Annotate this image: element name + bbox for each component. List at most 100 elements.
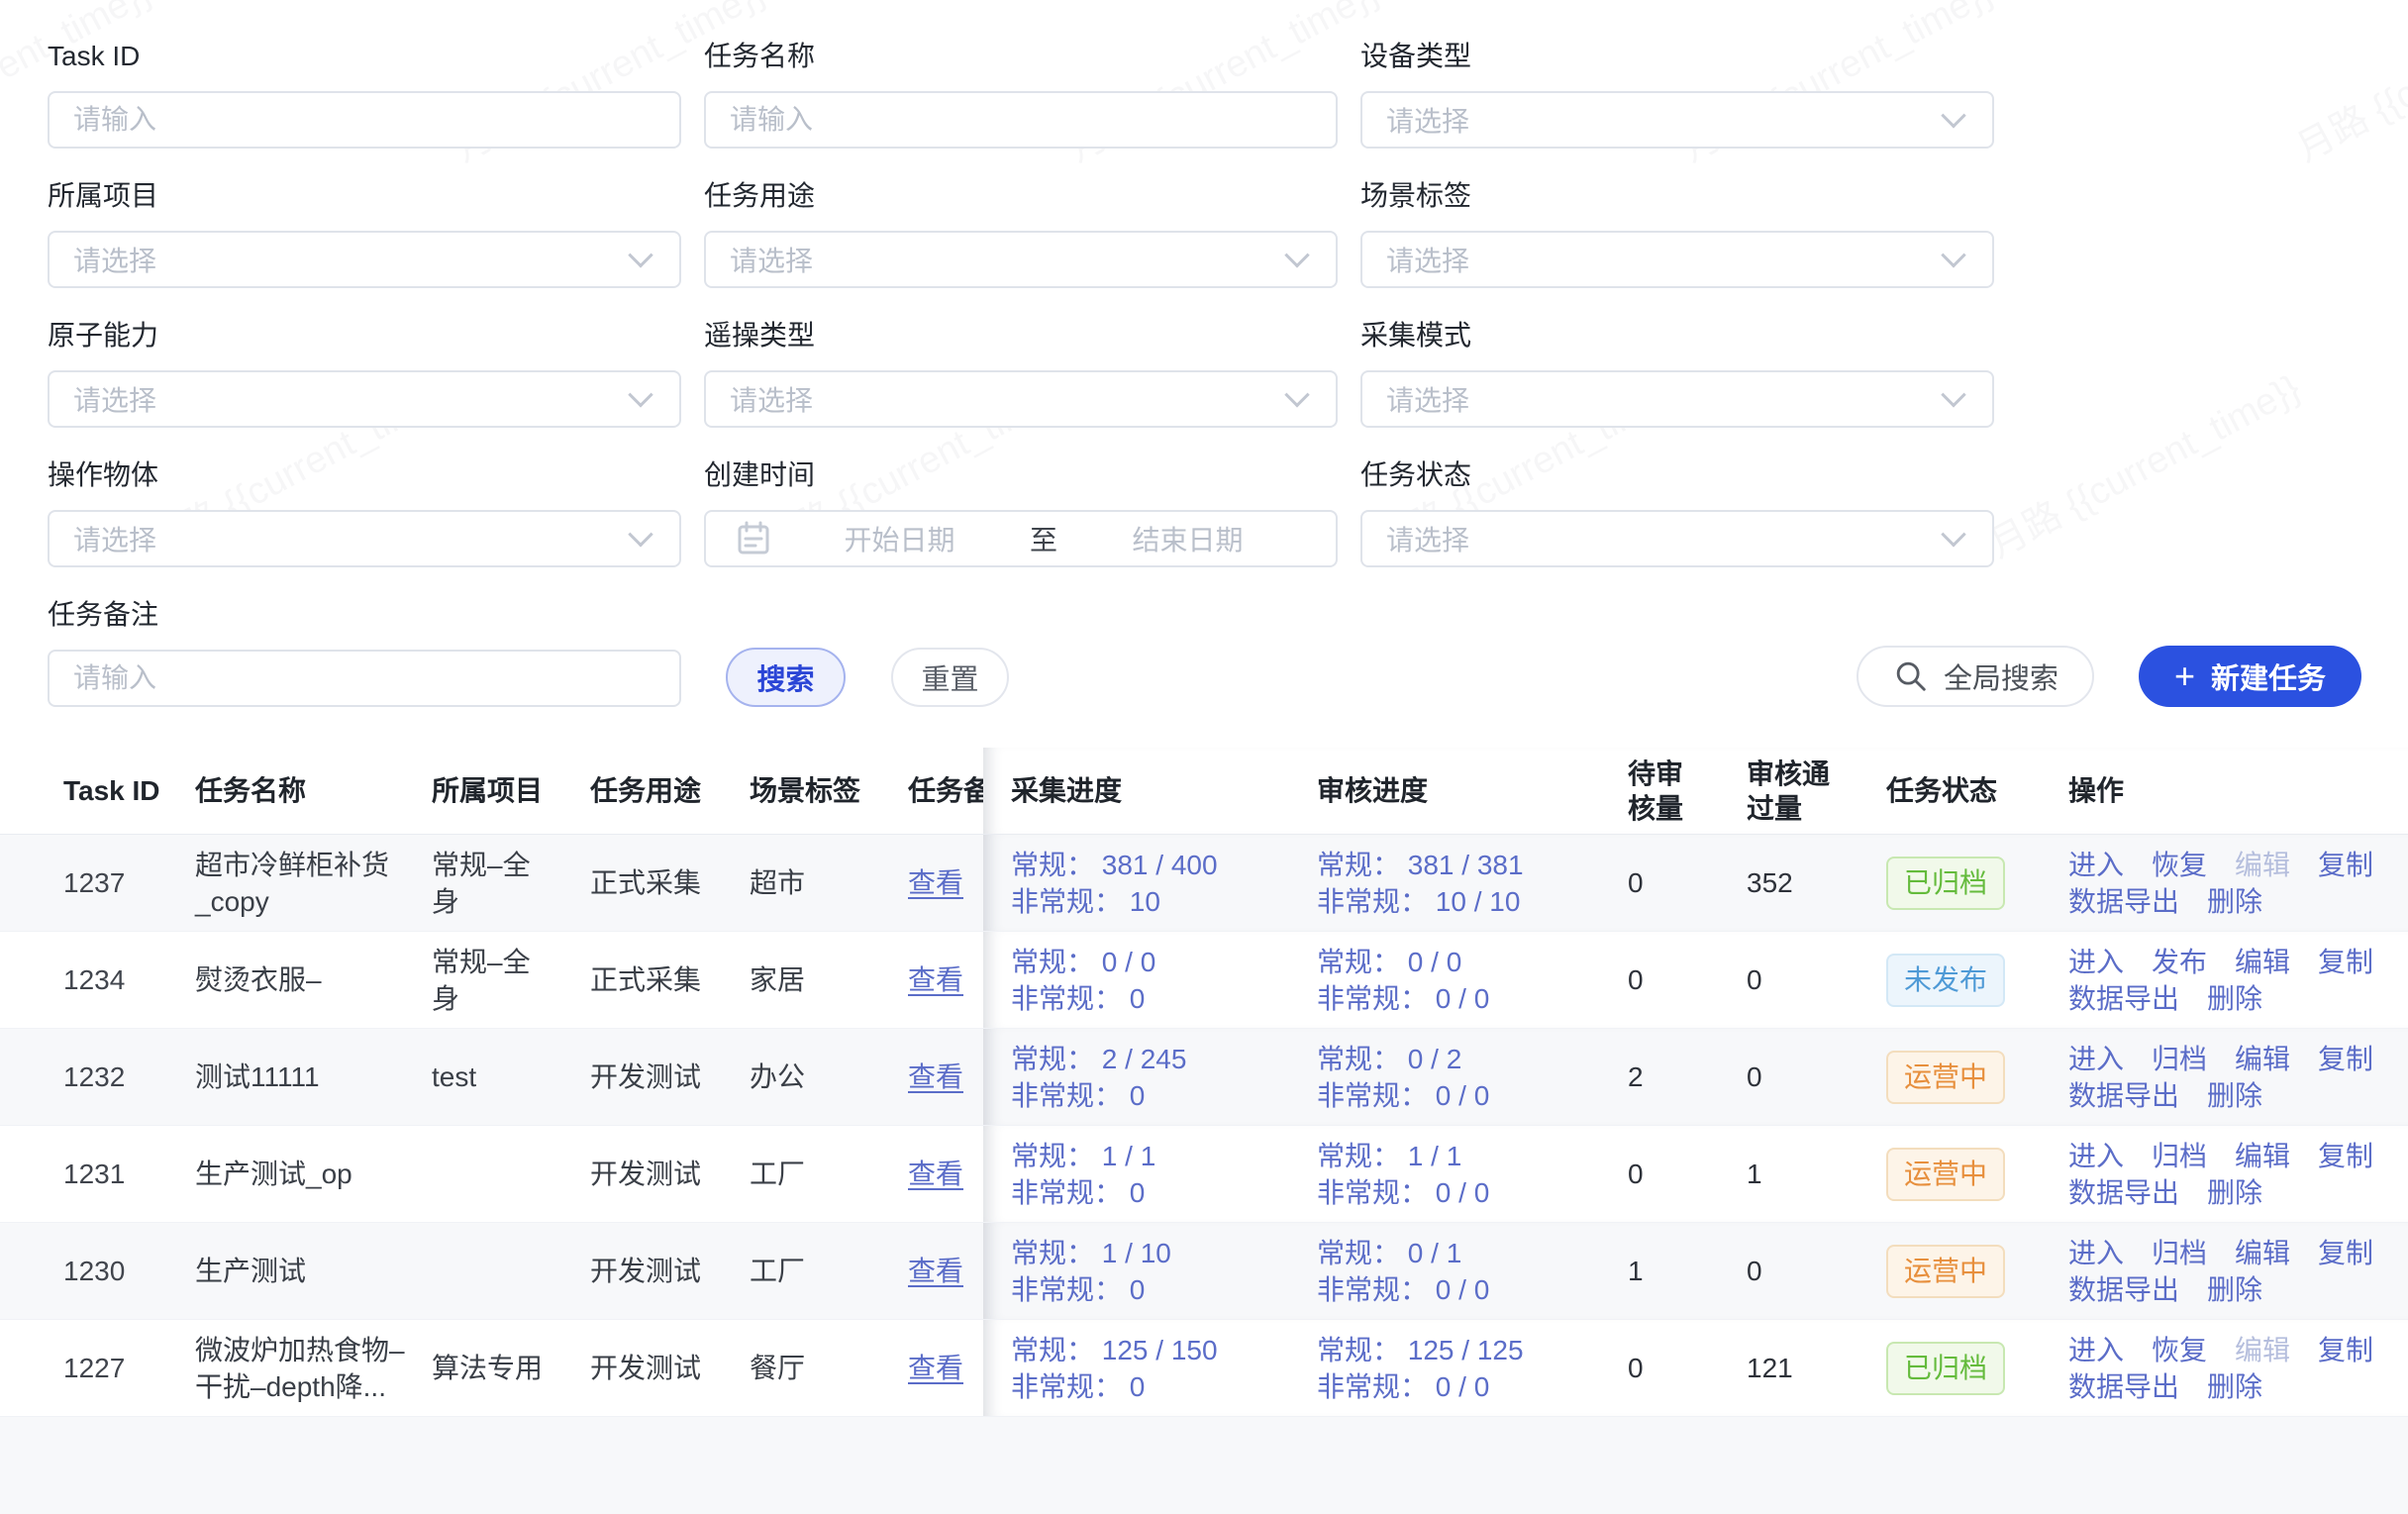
action-data-export-link[interactable]: 数据导出	[2068, 983, 2179, 1014]
irregular-progress: 非常规： 10 / 10	[1317, 883, 1524, 920]
action-archive-link[interactable]: 归档	[2152, 1141, 2207, 1171]
task-remark-input[interactable]	[48, 650, 681, 707]
task-id-input[interactable]	[48, 91, 681, 149]
action-copy-link[interactable]: 复制	[2318, 850, 2373, 880]
cell-task-name: 熨烫衣服–	[195, 961, 432, 998]
view-remark-link[interactable]: 查看	[908, 1350, 963, 1386]
action-delete-link[interactable]: 删除	[2207, 1371, 2262, 1402]
action-data-export-link[interactable]: 数据导出	[2068, 1371, 2179, 1402]
view-remark-link[interactable]: 查看	[908, 1253, 963, 1289]
column-header-review: 审核进度	[1317, 773, 1620, 808]
action-copy-link[interactable]: 复制	[2318, 1044, 2373, 1074]
action-copy-link[interactable]: 复制	[2318, 1238, 2373, 1268]
action-enter-link[interactable]: 进入	[2068, 1044, 2124, 1074]
action-enter-link[interactable]: 进入	[2068, 947, 2124, 977]
cell-scene-tag: 工厂	[750, 1253, 898, 1289]
chevron-down-icon	[1284, 243, 1309, 267]
clipped-next-row	[0, 1417, 2408, 1514]
action-restore-link[interactable]: 恢复	[2152, 1335, 2207, 1365]
task-status-select[interactable]: 请选择	[1360, 510, 1994, 567]
device-type-select[interactable]: 请选择	[1360, 91, 1994, 149]
status-badge: 运营中	[1886, 1051, 2005, 1104]
scene-tag-select[interactable]: 请选择	[1360, 231, 1994, 288]
action-delete-link[interactable]: 删除	[2207, 1080, 2262, 1111]
teleop-type-select[interactable]: 请选择	[704, 370, 1338, 428]
operate-object-placeholder: 请选择	[73, 519, 632, 558]
action-enter-link[interactable]: 进入	[2068, 850, 2124, 880]
collect-progress: 常规： 1 / 1非常规： 0	[983, 1138, 1317, 1211]
cell-scene-tag: 餐厅	[750, 1350, 898, 1386]
create-time-daterange[interactable]: 开始日期至结束日期	[704, 510, 1338, 567]
column-header-scene: 场景标签	[750, 773, 898, 808]
table-row: 1227微波炉加热食物–干扰–depth降...算法专用开发测试餐厅查看常规： …	[0, 1320, 2408, 1417]
action-publish-link[interactable]: 发布	[2152, 947, 2207, 977]
cell-pending-count: 1	[1620, 1253, 1727, 1289]
action-delete-link[interactable]: 删除	[2207, 1274, 2262, 1305]
action-enter-link[interactable]: 进入	[2068, 1238, 2124, 1268]
cell-actions: 进入归档编辑复制数据导出删除	[2068, 1235, 2408, 1308]
reset-button[interactable]: 重置	[891, 648, 1009, 707]
action-restore-link[interactable]: 恢复	[2152, 850, 2207, 880]
collect-progress: 常规： 125 / 150非常规： 0	[983, 1332, 1317, 1405]
chevron-down-icon	[1941, 382, 1965, 407]
action-delete-link[interactable]: 删除	[2207, 1177, 2262, 1208]
global-search-button[interactable]: 全局搜索	[1856, 646, 2094, 707]
cell-purpose: 开发测试	[590, 1059, 750, 1095]
action-edit-link[interactable]: 编辑	[2235, 1044, 2290, 1074]
collect-mode-select[interactable]: 请选择	[1360, 370, 1994, 428]
action-edit-link[interactable]: 编辑	[2235, 1141, 2290, 1171]
irregular-progress: 非常规： 0 / 0	[1317, 980, 1489, 1017]
cell-task-remark: 查看	[898, 864, 983, 901]
filter-panel: Task ID任务名称设备类型请选择 所属项目请选择任务用途请选择场景标签请选择…	[0, 0, 2408, 707]
new-task-button[interactable]: + 新建任务	[2139, 646, 2361, 707]
table-row: 1231生产测试_op开发测试工厂查看常规： 1 / 1非常规： 0常规： 1 …	[0, 1126, 2408, 1223]
action-delete-link[interactable]: 删除	[2207, 983, 2262, 1014]
action-edit-link[interactable]: 编辑	[2235, 947, 2290, 977]
irregular-progress: 非常规： 0	[1011, 1077, 1186, 1114]
action-copy-link[interactable]: 复制	[2318, 1335, 2373, 1365]
atomic-ability-select[interactable]: 请选择	[48, 370, 681, 428]
regular-progress: 常规： 125 / 150	[1011, 1332, 1218, 1368]
action-data-export-link[interactable]: 数据导出	[2068, 1274, 2179, 1305]
task-purpose-select[interactable]: 请选择	[704, 231, 1338, 288]
cell-project: 常规–全身	[432, 944, 590, 1017]
filter-field-task-status: 任务状态请选择	[1360, 458, 1994, 567]
irregular-progress: 非常规： 10	[1011, 883, 1218, 920]
view-remark-link[interactable]: 查看	[908, 864, 963, 901]
project-select[interactable]: 请选择	[48, 231, 681, 288]
operate-object-select[interactable]: 请选择	[48, 510, 681, 567]
action-data-export-link[interactable]: 数据导出	[2068, 1080, 2179, 1111]
action-data-export-link[interactable]: 数据导出	[2068, 886, 2179, 917]
cell-approved-count: 352	[1727, 864, 1886, 901]
action-archive-link[interactable]: 归档	[2152, 1044, 2207, 1074]
chevron-down-icon	[1941, 522, 1965, 547]
status-badge: 未发布	[1886, 954, 2005, 1007]
cell-task-id: 1230	[0, 1253, 195, 1289]
table-row: 1237超市冷鲜柜补货_copy常规–全身正式采集超市查看常规： 381 / 4…	[0, 835, 2408, 932]
view-remark-link[interactable]: 查看	[908, 1156, 963, 1192]
filter-field-device-type: 设备类型请选择	[1360, 40, 1994, 149]
action-delete-link[interactable]: 删除	[2207, 886, 2262, 917]
filter-field-create-time: 创建时间开始日期至结束日期	[704, 458, 1338, 567]
action-edit-link[interactable]: 编辑	[2235, 1238, 2290, 1268]
action-copy-link[interactable]: 复制	[2318, 947, 2373, 977]
cell-actions: 进入发布编辑复制数据导出删除	[2068, 944, 2408, 1017]
view-remark-link[interactable]: 查看	[908, 961, 963, 998]
review-progress: 常规： 0 / 2非常规： 0 / 0	[1317, 1041, 1620, 1114]
action-copy-link[interactable]: 复制	[2318, 1141, 2373, 1171]
cell-pending-count: 0	[1620, 1350, 1727, 1386]
action-data-export-link[interactable]: 数据导出	[2068, 1177, 2179, 1208]
action-enter-link[interactable]: 进入	[2068, 1141, 2124, 1171]
action-archive-link[interactable]: 归档	[2152, 1238, 2207, 1268]
action-enter-link[interactable]: 进入	[2068, 1335, 2124, 1365]
cell-approved-count: 0	[1727, 1059, 1886, 1095]
irregular-progress: 非常规： 0 / 0	[1317, 1077, 1489, 1114]
chevron-down-icon	[1941, 103, 1965, 128]
search-button[interactable]: 搜索	[726, 648, 846, 707]
cell-task-name: 测试11111	[195, 1059, 432, 1095]
filter-label-task-status: 任务状态	[1360, 458, 1994, 492]
view-remark-link[interactable]: 查看	[908, 1059, 963, 1095]
task-name-input[interactable]	[704, 91, 1338, 149]
search-icon	[1892, 657, 1930, 695]
new-task-label: 新建任务	[2211, 656, 2326, 697]
